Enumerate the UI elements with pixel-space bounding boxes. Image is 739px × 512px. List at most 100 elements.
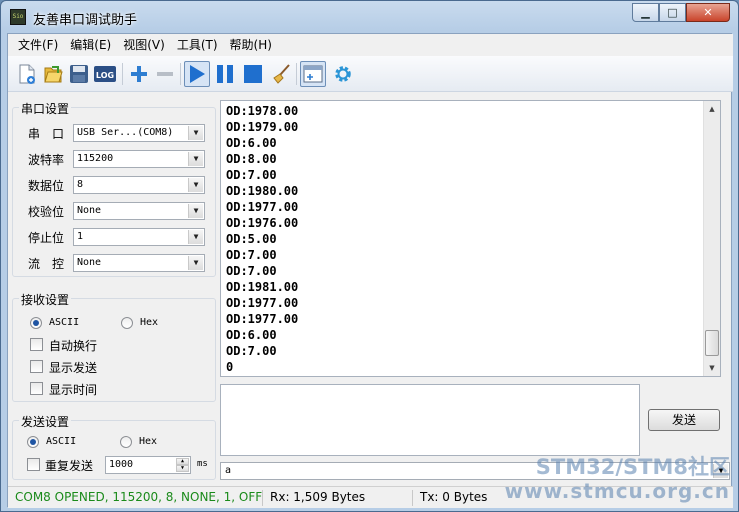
log-icon-label: LOG [96, 71, 114, 80]
chevron-down-icon[interactable]: ▼ [188, 230, 203, 244]
receive-line: OD:1977.00 [226, 312, 299, 326]
settings-icon[interactable] [330, 61, 356, 87]
maximize-button[interactable]: □ [659, 3, 686, 22]
remove-icon[interactable] [152, 61, 178, 87]
receive-ascii-radio[interactable] [30, 317, 42, 329]
data-bits-select[interactable]: 8 ▼ [73, 176, 205, 194]
app-window: Sio 友善串口调试助手 ▁ □ ✕ 文件(F) 编辑(E) 视图(V) 工具(… [0, 0, 739, 512]
port-label: 串 口 [28, 127, 65, 141]
send-history-value: a [225, 465, 232, 476]
port-select[interactable]: USB Ser...(COM8) ▼ [73, 124, 205, 142]
stop-bits-label: 停止位 [28, 231, 65, 245]
menu-help[interactable]: 帮助(H) [224, 34, 278, 56]
chevron-down-icon[interactable]: ▼ [188, 126, 203, 140]
receive-settings-group: 接收设置 ASCII Hex 自动换行 显示发送 显示时间 [12, 291, 216, 402]
menu-file[interactable]: 文件(F) [12, 34, 64, 56]
chevron-down-icon[interactable]: ▼ [188, 204, 203, 218]
pause-icon[interactable] [212, 61, 238, 87]
tx-count: Tx: 0 Bytes [420, 490, 488, 504]
receive-line: OD:1978.00 [226, 104, 299, 118]
watermark-line2: www.stmcu.org.cn [504, 479, 730, 503]
open-icon[interactable] [40, 61, 66, 87]
data-bits-value: 8 [77, 179, 84, 190]
repeat-send-checkbox[interactable] [27, 458, 40, 471]
add-icon[interactable] [126, 61, 152, 87]
play-icon[interactable] [184, 61, 210, 87]
receive-line: OD:5.00 [226, 232, 277, 246]
close-button[interactable]: ✕ [686, 3, 730, 22]
stepper-up-icon[interactable]: ▲ [176, 458, 189, 465]
interval-unit: ms [197, 459, 208, 469]
stop-bits-select[interactable]: 1 ▼ [73, 228, 205, 246]
port-value: USB Ser...(COM8) [77, 127, 174, 138]
receive-line: OD:1979.00 [226, 120, 299, 134]
log-icon[interactable]: LOG [92, 61, 118, 87]
toolbar: LOG [8, 56, 733, 92]
new-window-icon[interactable] [300, 61, 326, 87]
save-icon[interactable] [66, 61, 92, 87]
show-time-checkbox[interactable] [30, 382, 43, 395]
parity-select[interactable]: None ▼ [73, 202, 205, 220]
receive-settings-title: 接收设置 [19, 291, 72, 308]
flow-value: None [77, 257, 102, 268]
send-hex-label: Hex [139, 436, 158, 447]
chevron-down-icon[interactable]: ▼ [188, 256, 203, 270]
scroll-down-icon[interactable]: ▼ [704, 360, 720, 376]
send-textarea[interactable] [220, 384, 640, 456]
interval-stepper[interactable]: ▲ ▼ [176, 458, 189, 472]
menu-view[interactable]: 视图(V) [117, 34, 171, 56]
send-button[interactable]: 发送 [648, 409, 720, 431]
receive-scrollbar[interactable]: ▲ ▼ [703, 101, 720, 376]
auto-wrap-label: 自动换行 [49, 339, 98, 353]
send-ascii-label: ASCII [46, 436, 77, 447]
chevron-down-icon[interactable]: ▼ [188, 178, 203, 192]
receive-line: OD:1977.00 [226, 296, 299, 310]
show-send-label: 显示发送 [49, 361, 98, 375]
receive-textarea[interactable]: OD:1978.00 OD:1979.00 OD:6.00 OD:8.00 OD:7.0… [220, 100, 721, 377]
toolbar-separator [122, 63, 123, 85]
menu-tools[interactable]: 工具(T) [171, 34, 224, 56]
scroll-up-icon[interactable]: ▲ [704, 101, 720, 117]
toolbar-separator [180, 63, 181, 85]
serial-settings-title: 串口设置 [19, 100, 72, 117]
receive-line: OD:7.00 [226, 168, 277, 182]
scrollbar-thumb[interactable] [705, 330, 719, 356]
send-ascii-radio[interactable] [27, 436, 39, 448]
menu-edit[interactable]: 编辑(E) [64, 34, 117, 56]
port-status: COM8 OPENED, 115200, 8, NONE, 1, OFF [15, 490, 263, 504]
auto-wrap-checkbox[interactable] [30, 338, 43, 351]
receive-line: OD:7.00 [226, 344, 277, 358]
app-icon[interactable]: Sio [10, 9, 26, 25]
send-hex-radio[interactable] [120, 436, 132, 448]
flow-label: 流 控 [28, 257, 65, 271]
receive-line: OD:6.00 [226, 136, 277, 150]
send-settings-group: 发送设置 ASCII Hex 重复发送 1000 ▲ ▼ ms [12, 413, 216, 480]
repeat-interval-input[interactable]: 1000 ▲ ▼ [105, 456, 191, 474]
baud-value: 115200 [77, 153, 114, 164]
receive-ascii-label: ASCII [49, 317, 80, 328]
title-bar[interactable]: Sio 友善串口调试助手 ▁ □ ✕ [1, 1, 738, 33]
rx-count: Rx: 1,509 Bytes [270, 490, 366, 504]
receive-line: OD:7.00 [226, 264, 277, 278]
minimize-button[interactable]: ▁ [632, 3, 659, 22]
receive-hex-radio[interactable] [121, 317, 133, 329]
broom-icon[interactable] [268, 61, 294, 87]
flow-select[interactable]: None ▼ [73, 254, 205, 272]
receive-lines: OD:1978.00 OD:1979.00 OD:6.00 OD:8.00 OD:7.0… [226, 103, 298, 375]
new-file-icon[interactable] [14, 61, 40, 87]
status-separator [412, 490, 413, 506]
watermark: STM32/STM8社区 www.stmcu.org.cn [505, 455, 730, 503]
show-time-label: 显示时间 [49, 383, 98, 397]
receive-line: OD:1977.00 [226, 200, 299, 214]
stop-icon[interactable] [240, 61, 266, 87]
stepper-down-icon[interactable]: ▼ [176, 465, 189, 472]
repeat-send-label: 重复发送 [45, 459, 94, 473]
receive-line: OD:1981.00 [226, 280, 299, 294]
receive-hex-label: Hex [140, 317, 159, 328]
show-send-checkbox[interactable] [30, 360, 43, 373]
send-settings-title: 发送设置 [19, 413, 72, 430]
chevron-down-icon[interactable]: ▼ [188, 152, 203, 166]
status-separator [262, 490, 263, 506]
baud-select[interactable]: 115200 ▼ [73, 150, 205, 168]
stop-bits-value: 1 [77, 231, 84, 242]
